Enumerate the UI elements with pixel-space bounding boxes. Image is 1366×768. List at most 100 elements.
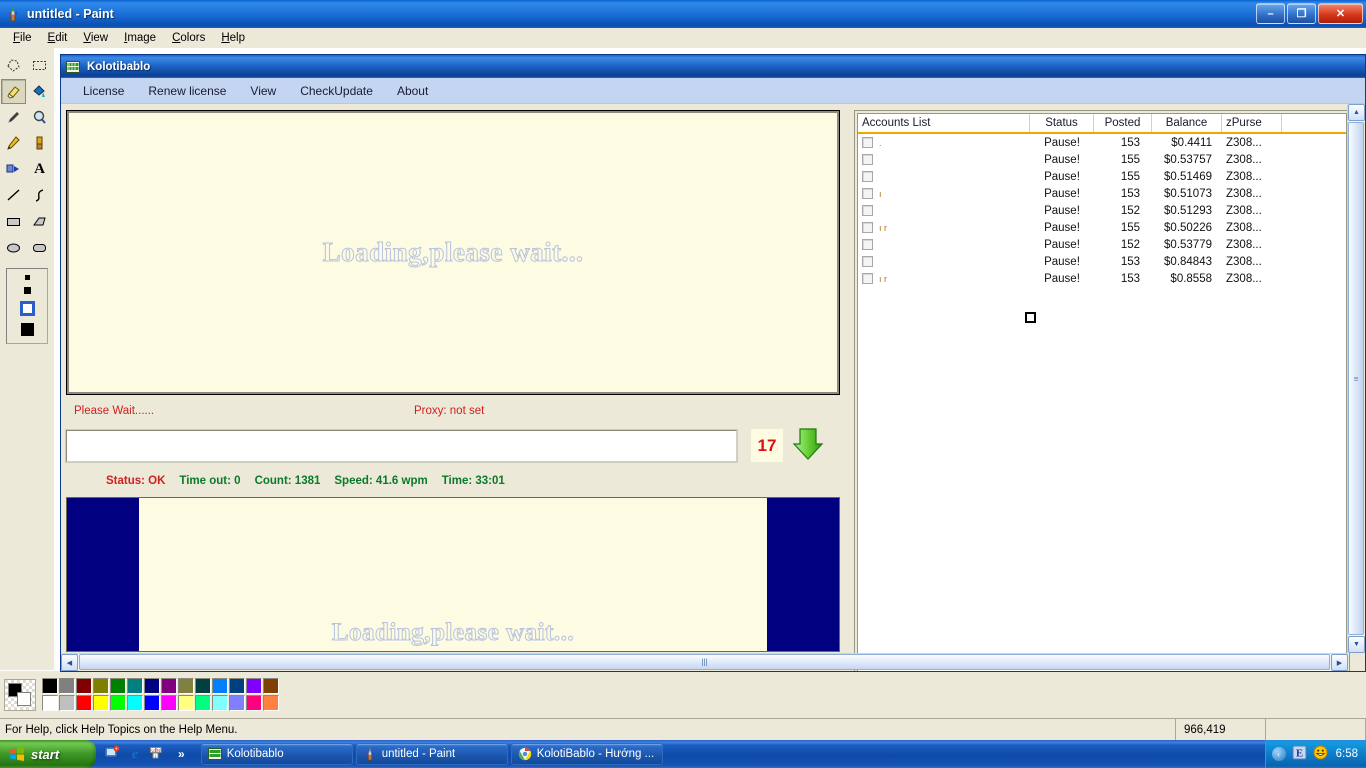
table-row[interactable]: Pause! 155 $0.51469 Z308... <box>858 168 1346 185</box>
paint-menu-image[interactable]: Image <box>116 30 164 46</box>
minimize-button[interactable]: – <box>1256 3 1285 24</box>
tray-expand-icon[interactable]: ‹ <box>1271 747 1286 761</box>
palette-color-swatch[interactable] <box>246 695 262 711</box>
captcha-answer-input[interactable] <box>65 428 738 463</box>
palette-color-swatch[interactable] <box>161 695 177 711</box>
palette-color-swatch[interactable] <box>76 678 92 694</box>
column-header-posted[interactable]: Posted <box>1094 114 1152 132</box>
row-checkbox[interactable] <box>862 256 873 267</box>
pencil-tool[interactable] <box>1 131 26 156</box>
start-button[interactable]: start <box>0 740 96 768</box>
menu-license[interactable]: License <box>73 80 134 102</box>
palette-color-swatch[interactable] <box>229 678 245 694</box>
palette-color-swatch[interactable] <box>127 678 143 694</box>
brush-tool[interactable] <box>27 131 52 156</box>
eraser-size-option-4[interactable] <box>20 323 34 336</box>
close-button[interactable]: ✕ <box>1318 3 1363 24</box>
palette-color-swatch[interactable] <box>195 678 211 694</box>
taskbar-item-chrome[interactable]: KolotiBablo - Hướng ... <box>510 743 663 765</box>
palette-color-swatch[interactable] <box>127 695 143 711</box>
palette-color-swatch[interactable] <box>144 678 160 694</box>
menu-checkupdate[interactable]: CheckUpdate <box>290 80 383 102</box>
taskbar-item-paint[interactable]: untitled - Paint <box>355 743 508 765</box>
kolotibablo-horizontal-scrollbar[interactable]: ◀ ||| ▶ <box>61 653 1348 671</box>
palette-color-swatch[interactable] <box>178 678 194 694</box>
palette-color-swatch[interactable] <box>59 695 75 711</box>
taskbar-item-kolotibablo[interactable]: Kolotibablo <box>200 743 353 765</box>
unikey-tray-icon[interactable]: E <box>1292 745 1307 763</box>
table-row[interactable]: ı Pause! 153 $0.51073 Z308... <box>858 185 1346 202</box>
polygon-tool[interactable] <box>27 209 52 234</box>
line-tool[interactable] <box>1 183 26 208</box>
palette-color-swatch[interactable] <box>212 695 228 711</box>
palette-color-swatch[interactable] <box>42 695 58 711</box>
row-checkbox[interactable] <box>862 222 873 233</box>
show-desktop-icon[interactable]: + <box>104 745 120 764</box>
palette-color-swatch[interactable] <box>144 695 160 711</box>
down-arrow-icon[interactable] <box>789 425 827 466</box>
row-checkbox[interactable] <box>862 137 873 148</box>
menu-renew-license[interactable]: Renew license <box>138 80 236 102</box>
row-checkbox[interactable] <box>862 188 873 199</box>
row-checkbox[interactable] <box>862 171 873 182</box>
maximize-button[interactable]: ❐ <box>1287 3 1316 24</box>
quicklaunch-overflow-icon[interactable]: » <box>178 747 185 761</box>
rectangle-select-tool[interactable] <box>27 53 52 78</box>
rounded-rectangle-tool[interactable] <box>27 235 52 260</box>
text-tool[interactable]: A <box>27 157 52 182</box>
paint-menu-help[interactable]: Help <box>213 30 253 46</box>
unikey-icon[interactable]: U N I <box>150 745 167 764</box>
column-header-zpurse[interactable]: zPurse <box>1222 114 1282 132</box>
column-header-status[interactable]: Status <box>1030 114 1094 132</box>
column-header-balance[interactable]: Balance <box>1152 114 1222 132</box>
palette-color-swatch[interactable] <box>59 678 75 694</box>
magnifier-tool[interactable] <box>27 105 52 130</box>
scroll-down-button[interactable]: ▼ <box>1348 636 1365 653</box>
paint-menu-view[interactable]: View <box>75 30 116 46</box>
curve-tool[interactable] <box>27 183 52 208</box>
paint-menu-file[interactable]: File <box>5 30 40 46</box>
eraser-size-option-1[interactable] <box>24 275 30 280</box>
scroll-right-button[interactable]: ▶ <box>1331 654 1348 671</box>
palette-color-swatch[interactable] <box>229 695 245 711</box>
kolotibablo-vertical-scrollbar[interactable]: ▲ ≡ ▼ <box>1347 104 1365 653</box>
eraser-size-option-3-selected[interactable] <box>19 301 35 316</box>
row-checkbox[interactable] <box>862 273 873 284</box>
table-row[interactable]: ı r Pause! 153 $0.8558 Z308... <box>858 270 1346 287</box>
table-row[interactable]: Pause! 152 $0.53779 Z308... <box>858 236 1346 253</box>
palette-color-swatch[interactable] <box>42 678 58 694</box>
pick-color-tool[interactable] <box>1 105 26 130</box>
table-row[interactable]: . Pause! 153 $0.4411 Z308... <box>858 134 1346 151</box>
palette-color-swatch[interactable] <box>110 695 126 711</box>
row-checkbox[interactable] <box>862 154 873 165</box>
fill-with-color-tool[interactable] <box>27 79 52 104</box>
vertical-scroll-thumb[interactable]: ≡ <box>1348 122 1364 635</box>
palette-color-swatch[interactable] <box>161 678 177 694</box>
palette-color-swatch[interactable] <box>212 678 228 694</box>
palette-color-swatch[interactable] <box>178 695 194 711</box>
palette-color-swatch[interactable] <box>263 678 279 694</box>
foreground-background-swatch[interactable] <box>4 678 36 711</box>
menu-view[interactable]: View <box>240 80 286 102</box>
menu-about[interactable]: About <box>387 80 438 102</box>
column-header-accounts-list[interactable]: Accounts List <box>858 114 1030 132</box>
internet-explorer-icon[interactable]: e <box>127 745 143 764</box>
scroll-up-button[interactable]: ▲ <box>1348 104 1365 121</box>
palette-color-swatch[interactable] <box>246 678 262 694</box>
palette-color-swatch[interactable] <box>93 678 109 694</box>
ellipse-tool[interactable] <box>1 235 26 260</box>
table-row[interactable]: Pause! 153 $0.84843 Z308... <box>858 253 1346 270</box>
palette-color-swatch[interactable] <box>263 695 279 711</box>
background-color-chip[interactable] <box>17 691 31 706</box>
table-row[interactable]: Pause! 152 $0.51293 Z308... <box>858 202 1346 219</box>
paint-menu-colors[interactable]: Colors <box>164 30 213 46</box>
palette-color-swatch[interactable] <box>76 695 92 711</box>
captcha-image-box[interactable]: Loading,please wait... <box>66 110 840 395</box>
free-form-select-tool[interactable] <box>1 53 26 78</box>
palette-color-swatch[interactable] <box>195 695 211 711</box>
rectangle-tool[interactable] <box>1 209 26 234</box>
table-row[interactable]: Pause! 155 $0.53757 Z308... <box>858 151 1346 168</box>
airbrush-tool[interactable] <box>1 157 26 182</box>
paint-menu-edit[interactable]: Edit <box>40 30 76 46</box>
palette-color-swatch[interactable] <box>110 678 126 694</box>
